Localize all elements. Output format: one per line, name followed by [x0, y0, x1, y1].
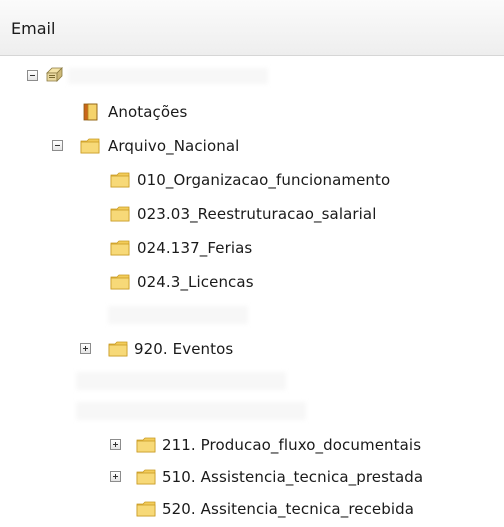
expand-toggle[interactable]	[110, 439, 121, 450]
tree-item-label: 024.137_Ferias	[137, 239, 253, 257]
redacted-tree-item	[76, 372, 286, 390]
mailbox-icon	[46, 67, 63, 82]
notes-icon	[83, 103, 98, 121]
redacted-tree-item	[76, 402, 306, 420]
collapse-toggle[interactable]	[52, 140, 63, 151]
tree-item-label: Arquivo_Nacional	[108, 137, 240, 155]
tree-item-label: 024.3_Licencas	[137, 273, 254, 291]
tree-item-label: 510. Assistencia_tecnica_prestada	[162, 468, 424, 486]
folder-icon	[110, 274, 130, 290]
folder-icon	[110, 206, 130, 222]
folder-icon	[108, 341, 128, 357]
folder-icon	[80, 138, 100, 154]
tree-item-label: 920. Eventos	[134, 340, 234, 358]
folder-icon	[110, 240, 130, 256]
folder-icon	[136, 469, 156, 485]
tree-item-label: 023.03_Reestruturacao_salarial	[137, 205, 377, 223]
pane-title: Email	[11, 19, 56, 38]
tree-item-label: 211. Producao_fluxo_documentais	[162, 436, 422, 454]
redacted-tree-item	[108, 306, 248, 324]
folder-icon	[110, 172, 130, 188]
tree-item-label: 010_Organizacao_funcionamento	[137, 171, 391, 189]
folder-icon	[136, 501, 156, 517]
collapse-toggle-root[interactable]	[27, 70, 38, 81]
pane-header: Email	[0, 0, 504, 56]
tree-item-label: 520. Assitencia_tecnica_recebida	[162, 500, 415, 518]
tree-item-label: Anotações	[108, 103, 188, 121]
redacted-root-name	[68, 68, 268, 84]
expand-toggle[interactable]	[80, 343, 91, 354]
folder-icon	[136, 437, 156, 453]
expand-toggle[interactable]	[110, 471, 121, 482]
